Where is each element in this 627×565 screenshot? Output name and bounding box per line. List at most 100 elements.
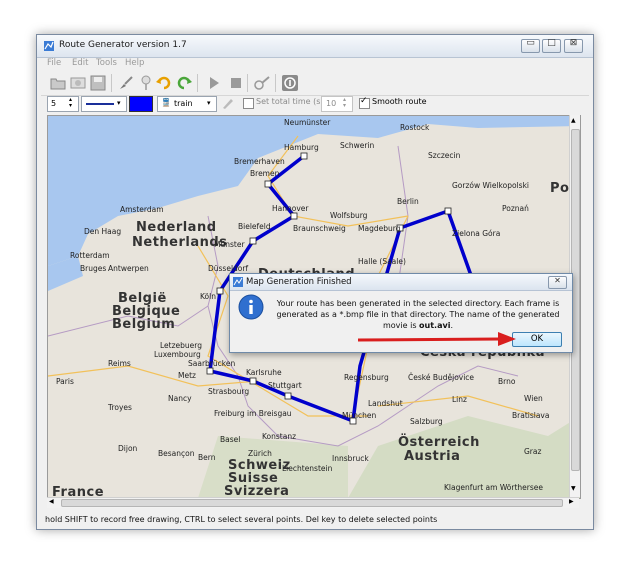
status-bar: hold SHIFT to record free drawing, CTRL … xyxy=(37,511,593,529)
line-width-value: 5 xyxy=(51,99,57,108)
scroll-down-icon[interactable]: ▼ xyxy=(571,485,576,492)
play-icon[interactable] xyxy=(205,74,223,92)
spinner-arrows-icon: ▴ ▾ xyxy=(69,96,73,109)
route-waypoint[interactable] xyxy=(216,287,224,295)
map-label: Wien xyxy=(524,394,543,403)
map-label: Amsterdam xyxy=(120,205,164,214)
map-label: Braunschweig xyxy=(293,224,346,233)
smooth-route-label: Smooth route xyxy=(372,97,427,106)
maximize-icon: □ xyxy=(547,38,556,48)
menu-edit[interactable]: Edit xyxy=(72,58,88,68)
title-bar[interactable]: Route Generator version 1.7 ▭ □ ⊠ xyxy=(37,35,593,58)
status-text: hold SHIFT to record free drawing, CTRL … xyxy=(45,515,438,524)
undo-icon[interactable] xyxy=(155,74,173,92)
dialog-title-bar[interactable]: Map Generation Finished ✕ xyxy=(230,274,572,291)
map-label: Austria xyxy=(404,449,460,464)
train-icon: 🚆 xyxy=(161,98,171,107)
scroll-right-icon[interactable]: ▶ xyxy=(569,498,574,505)
map-label: Linz xyxy=(452,395,467,404)
line-style-preview xyxy=(86,103,114,105)
route-waypoint[interactable] xyxy=(206,367,214,375)
route-waypoint[interactable] xyxy=(249,237,257,245)
map-label: Saarbrücken xyxy=(188,359,235,368)
close-button[interactable]: ⊠ xyxy=(564,38,583,53)
horizontal-scrollbar[interactable]: ◀ ▶ xyxy=(47,497,579,508)
menu-tools[interactable]: Tools xyxy=(96,58,117,68)
waypoint-icon[interactable] xyxy=(137,74,155,92)
window-title: Route Generator version 1.7 xyxy=(59,40,187,50)
map-label: Landshut xyxy=(368,399,403,408)
menu-help[interactable]: Help xyxy=(125,58,144,68)
maximize-button[interactable]: □ xyxy=(542,38,561,53)
toolbar-separator xyxy=(111,74,112,92)
red-arrow-annotation xyxy=(357,332,516,346)
map-label: Bratislava xyxy=(512,411,549,420)
menu-file[interactable]: File xyxy=(47,58,61,68)
minimize-button[interactable]: ▭ xyxy=(521,38,540,53)
redo-icon[interactable] xyxy=(175,74,193,92)
app-icon xyxy=(44,41,54,51)
menu-bar: File Edit Tools Help xyxy=(37,57,593,71)
map-label: Metz xyxy=(178,371,196,380)
route-waypoint[interactable] xyxy=(290,212,298,220)
total-time-spinner[interactable]: 10 ▴ ▾ xyxy=(321,96,353,112)
save-image-icon[interactable] xyxy=(69,74,87,92)
map-label: Paris xyxy=(56,377,74,386)
app-icon xyxy=(233,277,243,287)
scroll-left-icon[interactable]: ◀ xyxy=(49,498,54,505)
horizontal-scroll-thumb[interactable] xyxy=(61,499,563,507)
map-label: Rotterdam xyxy=(70,251,110,260)
info-icon[interactable] xyxy=(281,74,299,92)
line-style-select[interactable]: ▾ xyxy=(81,96,127,112)
map-label: Antwerpen xyxy=(108,264,149,273)
pen-icon[interactable] xyxy=(221,96,235,110)
map-label: Zürich xyxy=(248,449,272,458)
route-settings-icon[interactable] xyxy=(253,74,271,92)
map-label: Zielona Góra xyxy=(452,229,500,238)
open-icon[interactable] xyxy=(49,74,67,92)
map-label: Bremerhaven xyxy=(234,157,285,166)
save-icon[interactable] xyxy=(89,74,107,92)
dialog-close-button[interactable]: ✕ xyxy=(548,276,567,289)
map-label: Bruges xyxy=(80,264,106,273)
route-waypoint[interactable] xyxy=(444,207,452,215)
map-label: Salzburg xyxy=(410,417,443,426)
map-label: Bern xyxy=(198,453,216,462)
brush-icon[interactable] xyxy=(117,74,135,92)
set-total-time-label: Set total time (s) : xyxy=(256,97,329,106)
map-label: Troyes xyxy=(107,403,132,412)
map-label: Graz xyxy=(524,447,541,456)
map-label: Besançon xyxy=(158,449,195,458)
map-label: Köln xyxy=(200,292,216,301)
map-label: Szczecin xyxy=(428,151,461,160)
map-label: Liechtenstein xyxy=(282,464,333,473)
route-waypoint[interactable] xyxy=(284,392,292,400)
route-color-button[interactable] xyxy=(129,96,153,112)
route-waypoint[interactable] xyxy=(300,152,308,160)
map-label: Münster xyxy=(214,240,245,249)
dialog-message-text: Your route has been generated in the sel… xyxy=(276,299,560,330)
vehicle-select[interactable]: 🚆 train ▾ xyxy=(157,96,217,112)
route-waypoint[interactable] xyxy=(249,377,257,385)
map-label: Berlin xyxy=(397,197,419,206)
map-label: Letzebuerg xyxy=(160,341,202,350)
options-toolbar: 5 ▴ ▾ ▾ 🚆 train ▾ Set total time (s) : 10… xyxy=(41,95,589,113)
close-icon: ⊠ xyxy=(569,38,578,48)
smooth-route-checkbox[interactable]: ✓ xyxy=(359,96,370,109)
main-toolbar xyxy=(41,71,589,96)
map-label: Den Haag xyxy=(84,227,121,236)
map-label: Basel xyxy=(220,435,240,444)
toolbar-separator xyxy=(275,74,276,92)
route-waypoint[interactable] xyxy=(264,180,272,188)
map-label: Strasbourg xyxy=(208,387,249,396)
checkmark-icon: ✓ xyxy=(360,96,368,106)
set-total-time-checkbox[interactable] xyxy=(243,98,254,109)
scroll-up-icon[interactable]: ▲ xyxy=(571,117,576,124)
map-label: Nederland xyxy=(136,220,217,235)
map-label: Belgium xyxy=(112,317,175,332)
stop-icon[interactable] xyxy=(227,74,245,92)
map-label: Karlsruhe xyxy=(246,368,282,377)
map-label: Österreich xyxy=(398,434,480,450)
line-width-spinner[interactable]: 5 ▴ ▾ xyxy=(47,96,79,112)
map-label: Hamburg xyxy=(284,143,319,152)
